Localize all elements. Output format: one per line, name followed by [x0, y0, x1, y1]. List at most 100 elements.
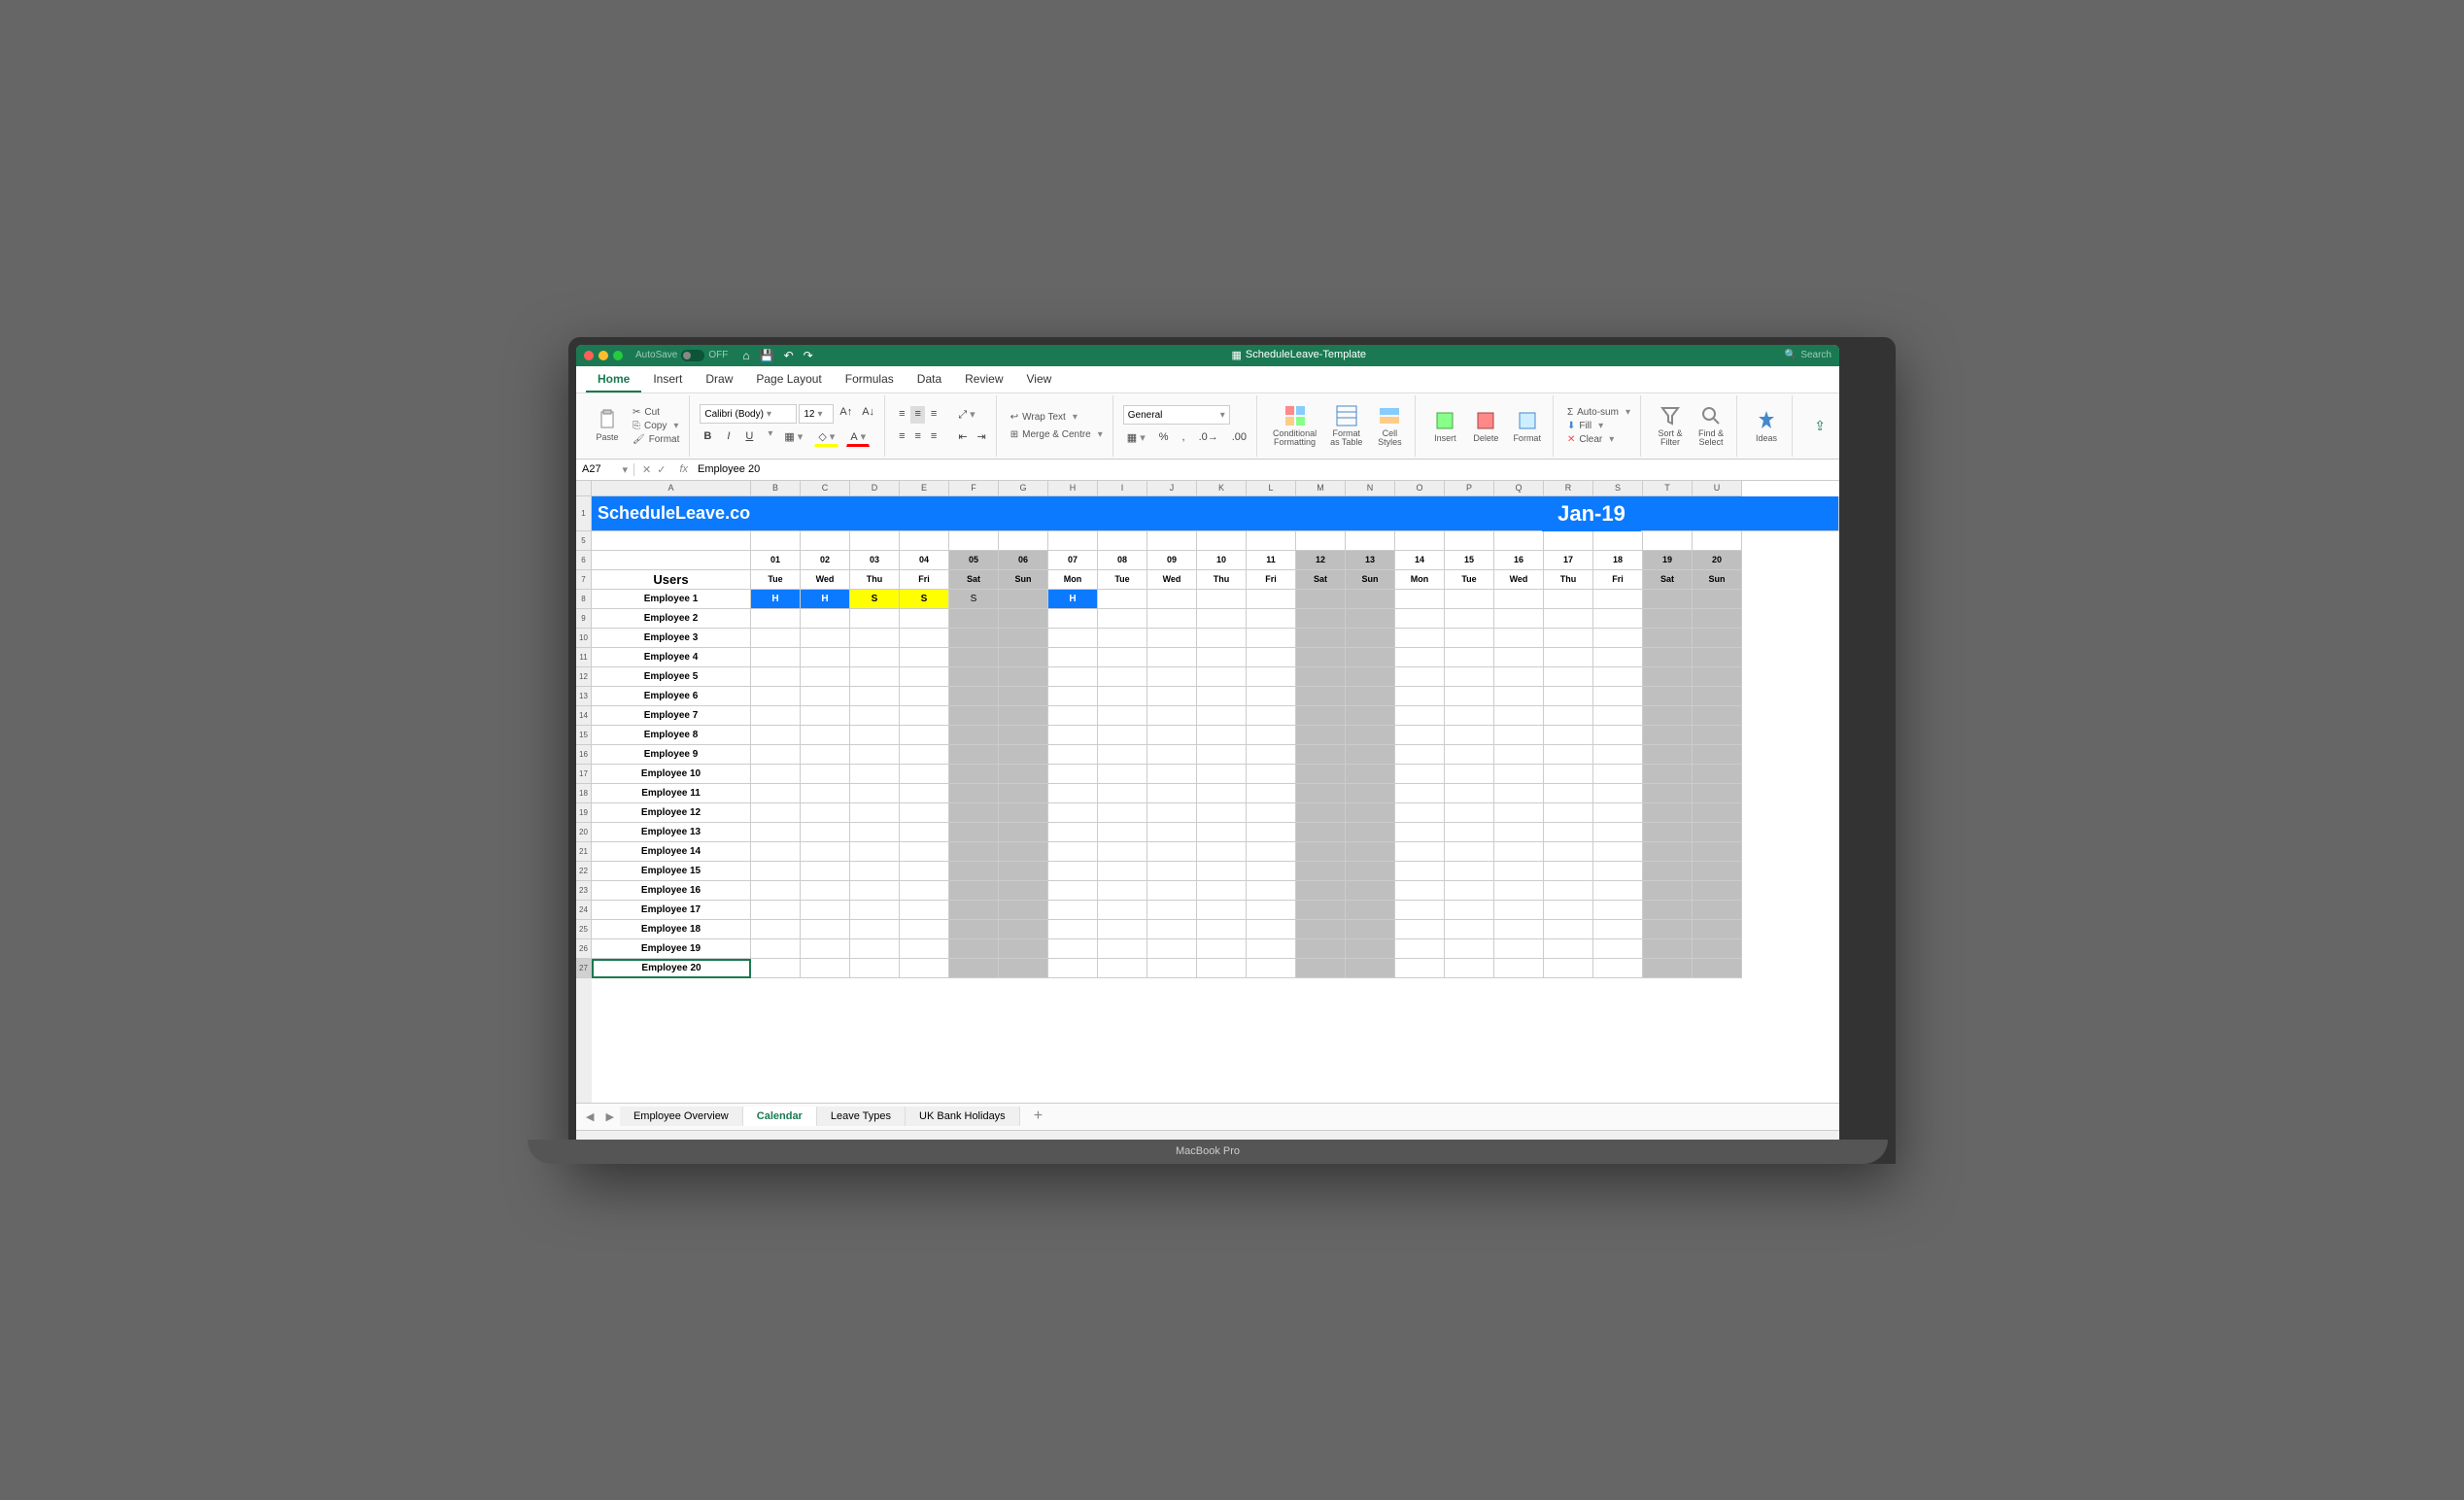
day-header[interactable]: Sun [1346, 570, 1395, 590]
cell[interactable] [1147, 629, 1197, 648]
column-header[interactable]: A [592, 481, 751, 496]
ideas-button[interactable]: Ideas [1747, 407, 1786, 445]
cell[interactable]: S [949, 590, 999, 609]
cell[interactable] [801, 687, 850, 706]
cell[interactable] [1346, 881, 1395, 901]
date-header[interactable]: 15 [1445, 551, 1494, 570]
font-size-select[interactable]: 12▾ [799, 404, 834, 424]
cell[interactable] [1296, 667, 1346, 687]
column-header[interactable]: R [1544, 481, 1593, 496]
cell[interactable] [900, 881, 949, 901]
cell[interactable] [1048, 920, 1098, 939]
cell[interactable] [1395, 667, 1445, 687]
day-header[interactable]: Fri [900, 570, 949, 590]
day-header[interactable]: Sat [1643, 570, 1693, 590]
cell[interactable] [1445, 901, 1494, 920]
cell[interactable] [1593, 745, 1643, 765]
cell[interactable] [1197, 531, 1247, 551]
cell[interactable] [1544, 745, 1593, 765]
cell[interactable] [1147, 784, 1197, 803]
cell[interactable] [999, 667, 1048, 687]
employee-name[interactable]: Employee 15 [592, 862, 751, 881]
cell[interactable] [1346, 706, 1395, 726]
cell[interactable] [1643, 667, 1693, 687]
cell[interactable] [949, 629, 999, 648]
sort-filter-button[interactable]: Sort & Filter [1651, 402, 1690, 449]
cell[interactable] [1643, 687, 1693, 706]
column-header[interactable]: M [1296, 481, 1346, 496]
cell[interactable] [1593, 862, 1643, 881]
cell[interactable] [949, 667, 999, 687]
cell[interactable] [1098, 726, 1147, 745]
cell[interactable] [1346, 590, 1395, 609]
cell[interactable] [801, 959, 850, 978]
cell[interactable] [1395, 959, 1445, 978]
cell[interactable] [1643, 939, 1693, 959]
find-select-button[interactable]: Find & Select [1692, 402, 1730, 449]
cell[interactable] [1593, 726, 1643, 745]
cell[interactable] [1197, 901, 1247, 920]
cell[interactable] [1395, 648, 1445, 667]
cell[interactable] [850, 667, 900, 687]
cell[interactable] [801, 667, 850, 687]
cell[interactable] [1296, 629, 1346, 648]
ribbon-tab-view[interactable]: View [1015, 366, 1064, 392]
column-header[interactable]: L [1247, 481, 1296, 496]
delete-cells-button[interactable]: Delete [1466, 407, 1505, 445]
cell[interactable] [1494, 590, 1544, 609]
cell[interactable] [1147, 803, 1197, 823]
cell[interactable] [1197, 823, 1247, 842]
cell[interactable] [1098, 823, 1147, 842]
day-header[interactable]: Mon [1048, 570, 1098, 590]
cell[interactable] [1445, 803, 1494, 823]
cell[interactable] [751, 939, 801, 959]
cell[interactable] [1643, 901, 1693, 920]
cell[interactable] [1296, 920, 1346, 939]
cell[interactable] [801, 784, 850, 803]
cell[interactable] [751, 803, 801, 823]
cell[interactable] [1247, 862, 1296, 881]
cell[interactable] [751, 823, 801, 842]
cell[interactable] [900, 531, 949, 551]
cell[interactable] [1494, 784, 1544, 803]
confirm-formula-icon[interactable]: ✓ [657, 463, 666, 476]
cell[interactable] [801, 920, 850, 939]
cell[interactable] [850, 939, 900, 959]
cell[interactable] [1296, 881, 1346, 901]
cell[interactable] [1544, 531, 1593, 551]
cell[interactable]: S [900, 590, 949, 609]
cell[interactable] [850, 920, 900, 939]
column-header[interactable]: O [1395, 481, 1445, 496]
cell[interactable] [850, 609, 900, 629]
underline-button[interactable]: U [741, 428, 757, 447]
border-button[interactable]: ▦▾ [780, 428, 806, 447]
cell[interactable] [900, 784, 949, 803]
cell[interactable] [1693, 629, 1742, 648]
day-header[interactable]: Sat [949, 570, 999, 590]
cell[interactable] [1197, 745, 1247, 765]
cell[interactable]: H [1048, 590, 1098, 609]
cell[interactable] [999, 765, 1048, 784]
banner[interactable] [1641, 496, 1839, 531]
cell[interactable] [1643, 706, 1693, 726]
cell[interactable] [1197, 590, 1247, 609]
cell[interactable] [1494, 531, 1544, 551]
cell[interactable] [1147, 881, 1197, 901]
cell[interactable] [999, 823, 1048, 842]
cell[interactable] [1494, 765, 1544, 784]
cell[interactable] [1048, 823, 1098, 842]
cell[interactable] [751, 745, 801, 765]
cell[interactable] [1197, 648, 1247, 667]
cell[interactable] [751, 765, 801, 784]
cell[interactable] [1098, 803, 1147, 823]
cell[interactable] [900, 765, 949, 784]
cell[interactable] [1247, 842, 1296, 862]
cell[interactable] [1296, 823, 1346, 842]
cell[interactable] [1048, 648, 1098, 667]
cell[interactable] [1147, 706, 1197, 726]
decrease-indent-icon[interactable]: ⇤ [954, 428, 971, 445]
share-icon[interactable]: ⇪ [1806, 418, 1833, 434]
day-header[interactable]: Tue [1445, 570, 1494, 590]
cell[interactable] [1395, 842, 1445, 862]
cell[interactable] [1197, 959, 1247, 978]
